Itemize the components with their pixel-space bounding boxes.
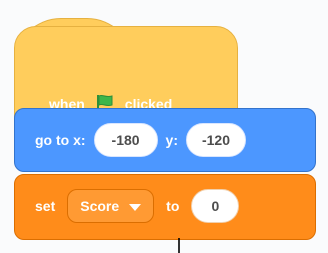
variable-name: Score [80, 198, 120, 214]
variable-dropdown[interactable]: Score [67, 189, 155, 223]
go-to-xy-block[interactable]: go to x: -180 y: -120 [14, 108, 316, 172]
x-input[interactable]: -180 [93, 123, 158, 157]
set-variable-row: set Score to 0 [35, 189, 240, 223]
to-label: to [166, 198, 180, 214]
set-variable-block[interactable]: set Score to 0 [14, 174, 316, 240]
set-label: set [35, 198, 56, 214]
chevron-down-icon [129, 203, 142, 211]
go-to-xy-row: go to x: -180 y: -120 [35, 123, 246, 157]
script-area: when clicked go to x: -180 y: -120 set S… [0, 0, 328, 253]
go-to-x-label: go to x: [35, 132, 86, 148]
y-input[interactable]: -120 [186, 123, 246, 157]
connector-line [178, 238, 180, 253]
set-value-input[interactable]: 0 [191, 189, 240, 223]
y-label: y: [165, 132, 178, 148]
